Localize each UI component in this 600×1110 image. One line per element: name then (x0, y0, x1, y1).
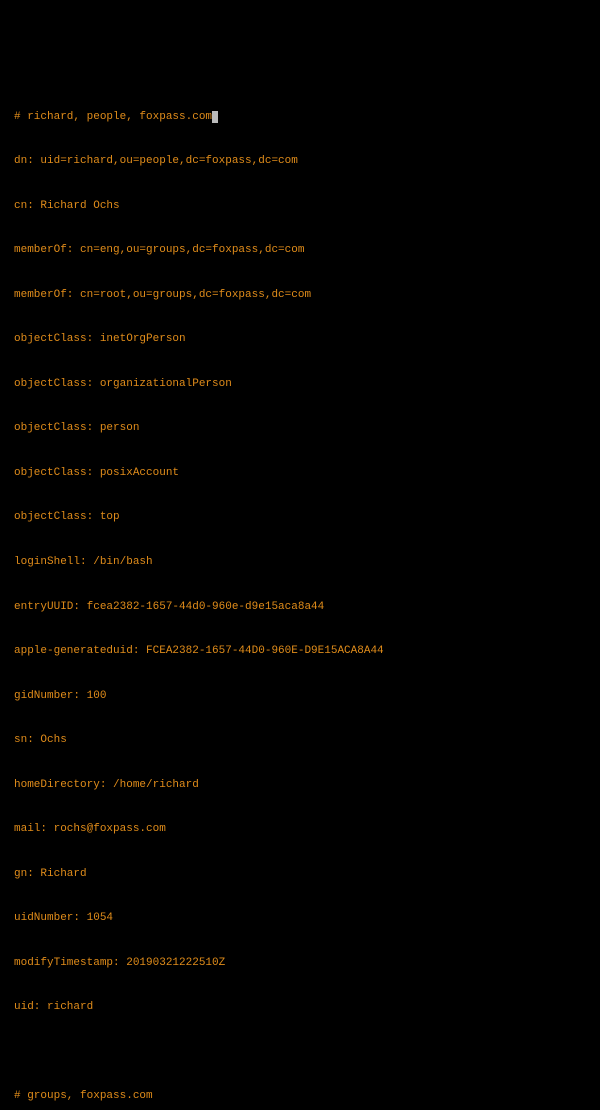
ldap-line: mail: rochs@foxpass.com (14, 822, 590, 837)
ldap-line: dn: uid=richard,ou=people,dc=foxpass,dc=… (14, 154, 590, 169)
blank-line (14, 1045, 590, 1060)
ldap-line: objectClass: person (14, 421, 590, 436)
ldap-line: uidNumber: 1054 (14, 911, 590, 926)
ldap-line: memberOf: cn=root,ou=groups,dc=foxpass,d… (14, 288, 590, 303)
ldap-line: uid: richard (14, 1000, 590, 1015)
terminal-output: # richard, people, foxpass.com dn: uid=r… (14, 80, 590, 1110)
ldap-entry-comment: # groups, foxpass.com (14, 1089, 590, 1104)
ldap-line: modifyTimestamp: 20190321222510Z (14, 956, 590, 971)
ldap-line: gidNumber: 100 (14, 689, 590, 704)
ldap-entry-comment: # richard, people, foxpass.com (14, 111, 212, 123)
ldap-line: objectClass: top (14, 510, 590, 525)
ldap-line: entryUUID: fcea2382-1657-44d0-960e-d9e15… (14, 600, 590, 615)
ldap-line: loginShell: /bin/bash (14, 555, 590, 570)
ldap-line: gn: Richard (14, 867, 590, 882)
ldap-line: objectClass: inetOrgPerson (14, 332, 590, 347)
ldap-line: memberOf: cn=eng,ou=groups,dc=foxpass,dc… (14, 243, 590, 258)
ldap-comment-line: # richard, people, foxpass.com (14, 110, 590, 125)
terminal-cursor (212, 111, 218, 123)
ldap-line: cn: Richard Ochs (14, 199, 590, 214)
ldap-line: sn: Ochs (14, 733, 590, 748)
ldap-line: objectClass: organizationalPerson (14, 377, 590, 392)
ldap-line: homeDirectory: /home/richard (14, 778, 590, 793)
ldap-line: apple-generateduid: FCEA2382-1657-44D0-9… (14, 644, 590, 659)
ldap-line: objectClass: posixAccount (14, 466, 590, 481)
